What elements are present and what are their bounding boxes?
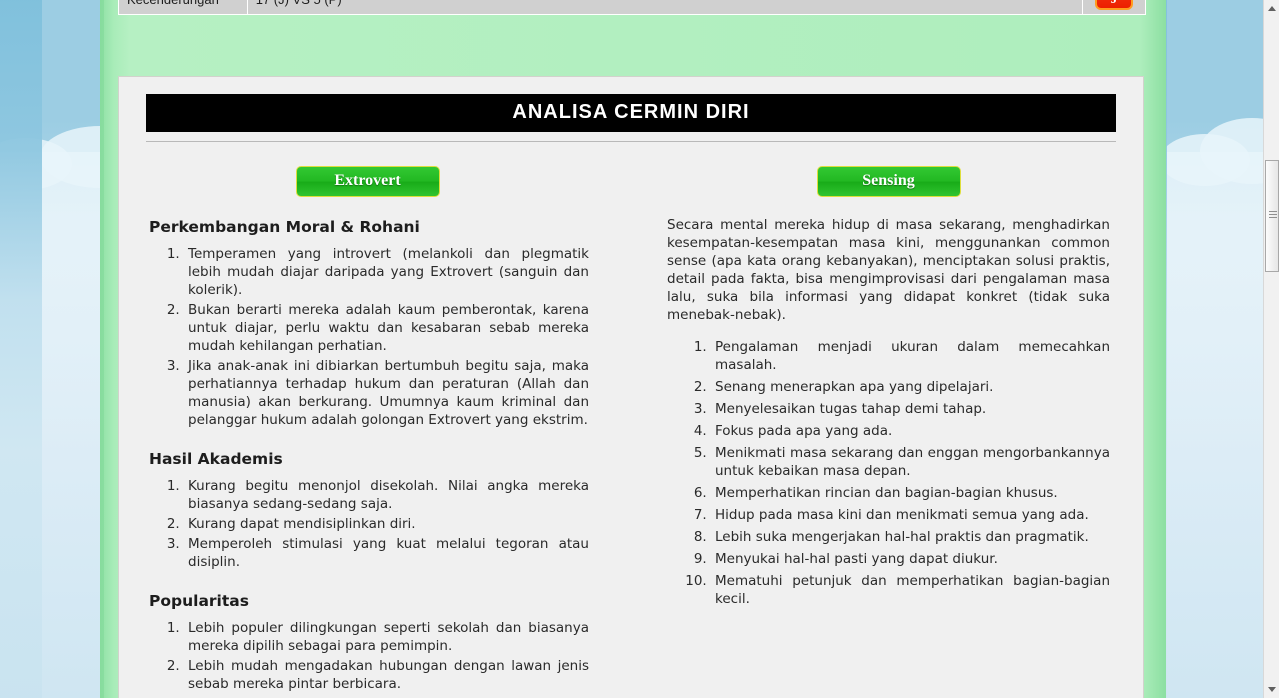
vertical-scrollbar[interactable] — [1263, 0, 1279, 698]
list-item: Hidup pada masa kini dan menikmati semua… — [711, 506, 1110, 524]
list-item: Memperoleh stimulasi yang kuat melalui t… — [184, 535, 589, 571]
row-value: 17 (J) VS 5 (P) — [246, 0, 1084, 15]
sky-band-left — [0, 0, 42, 698]
section-list: Kurang begitu menonjol disekolah. Nilai … — [146, 477, 589, 571]
type-badge-extrovert[interactable]: Extrovert — [295, 166, 440, 197]
score-table-body: Perceiving (5) Kecenderungan 17 (J) VS 5… — [118, 0, 1146, 15]
list-item: Bukan berarti mereka adalah kaum pembero… — [184, 301, 589, 355]
browser-page: Perceiving (5) Kecenderungan 17 (J) VS 5… — [0, 0, 1279, 698]
row-label: Kecenderungan — [118, 0, 248, 15]
list-item: Lebih mudah mengadakan hubungan dengan l… — [184, 657, 589, 693]
page-title: ANALISA CERMIN DIRI — [146, 94, 1116, 132]
list-item: Mematuhi petunjuk dan memperhatikan bagi… — [711, 572, 1110, 608]
list-item: Kurang begitu menonjol disekolah. Nilai … — [184, 477, 589, 513]
intro-paragraph: Secara mental mereka hidup di masa sekar… — [667, 217, 1110, 323]
list-item: Lebih suka mengerjakan hal-hal praktis d… — [711, 528, 1110, 546]
list-item: Lebih populer dilingkungan seperti sekol… — [184, 619, 589, 655]
scroll-up-arrow-icon[interactable] — [1264, 0, 1279, 17]
content-frame: Perceiving (5) Kecenderungan 17 (J) VS 5… — [100, 0, 1166, 698]
score-table: Perceiving (5) Kecenderungan 17 (J) VS 5… — [118, 0, 1146, 15]
analysis-columns: Extrovert Perkembangan Moral & Rohani Te… — [146, 166, 1116, 698]
list-item: Temperamen yang introvert (melankoli dan… — [184, 245, 589, 299]
column-left: Extrovert Perkembangan Moral & Rohani Te… — [146, 166, 589, 698]
list-item: Menikmati masa sekarang dan enggan mengo… — [711, 444, 1110, 480]
scroll-down-arrow-icon[interactable] — [1264, 681, 1279, 698]
status-badge: J — [1095, 0, 1134, 10]
analysis-card: ANALISA CERMIN DIRI Extrovert Perkembang… — [118, 76, 1144, 698]
column-right: Sensing Secara mental mereka hidup di ma… — [667, 166, 1110, 698]
list-item: Kurang dapat mendisiplinkan diri. — [184, 515, 589, 533]
row-badge-cell: J — [1082, 0, 1146, 15]
section-list: Temperamen yang introvert (melankoli dan… — [146, 245, 589, 429]
list-item: Menyukai hal-hal pasti yang dapat diukur… — [711, 550, 1110, 568]
title-divider — [146, 141, 1116, 142]
triangle-down-icon — [1268, 687, 1276, 692]
list-item: Menyelesaikan tugas tahap demi tahap. — [711, 400, 1110, 418]
section-heading: Hasil Akademis — [149, 450, 283, 468]
list-item: Fokus pada apa yang ada. — [711, 422, 1110, 440]
list-item: Senang menerapkan apa yang dipelajari. — [711, 378, 1110, 396]
scrollbar-thumb[interactable] — [1265, 160, 1279, 272]
section-heading: Perkembangan Moral & Rohani — [149, 218, 420, 236]
section-list: Pengalaman menjadi ukuran dalam memecahk… — [667, 338, 1110, 608]
list-item: Memperhatikan rincian dan bagian-bagian … — [711, 484, 1110, 502]
section-list: Lebih populer dilingkungan seperti sekol… — [146, 619, 589, 698]
scrollbar-grip-icon — [1269, 211, 1277, 218]
list-item: Pengalaman menjadi ukuran dalam memecahk… — [711, 338, 1110, 374]
type-badge-sensing[interactable]: Sensing — [816, 166, 961, 197]
list-item: Jika anak-anak ini dibiarkan bertumbuh b… — [184, 357, 589, 429]
table-row: Kecenderungan 17 (J) VS 5 (P) J — [118, 0, 1146, 15]
section-heading: Popularitas — [149, 592, 249, 610]
triangle-up-icon — [1268, 6, 1276, 11]
